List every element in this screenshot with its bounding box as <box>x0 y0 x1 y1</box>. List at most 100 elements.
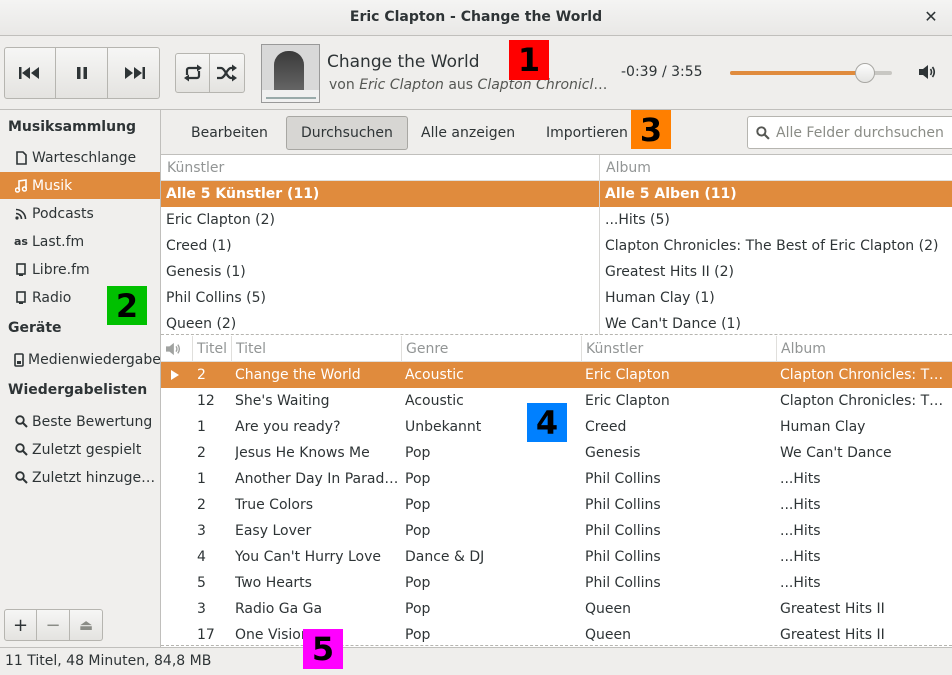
shuffle-button[interactable] <box>210 53 245 93</box>
search-icon <box>14 470 28 486</box>
sidebar-item-top-rated[interactable]: Beste Bewertung <box>0 408 160 435</box>
previous-button[interactable] <box>4 47 56 99</box>
genre-header[interactable]: Genre <box>401 336 581 362</box>
album-cell: ...Hits <box>780 549 821 565</box>
annotation-marker-3: 3 <box>631 110 671 149</box>
now-playing-artist: Eric Clapton <box>359 77 444 93</box>
browse-toolbar: Bearbeiten Durchsuchen Alle anzeigen Imp… <box>161 110 952 155</box>
seek-slider[interactable] <box>730 63 892 83</box>
search-input[interactable] <box>776 124 952 141</box>
remove-button[interactable]: − <box>37 609 70 641</box>
table-row[interactable]: 3 Radio Ga Ga Pop Queen Greatest Hits II <box>161 596 952 622</box>
album-row[interactable]: Clapton Chronicles: The Best of Eric Cla… <box>600 233 952 259</box>
album-row[interactable]: ...Hits (5) <box>600 207 952 233</box>
title-cell: True Colors <box>235 497 314 513</box>
album-row[interactable]: Alle 5 Alben (11) <box>600 181 952 207</box>
table-row[interactable]: 17 One Vision Pop Queen Greatest Hits II <box>161 622 952 645</box>
edit-button[interactable]: Bearbeiten <box>176 116 283 150</box>
track-number-cell: 12 <box>197 393 215 409</box>
album-row[interactable]: Human Clay (1) <box>600 285 952 311</box>
genre-cell: Pop <box>405 445 431 461</box>
track-list: Titel Titel Genre Künstler Album 2 Change… <box>161 336 952 645</box>
playback-time: -0:39 / 3:55 <box>621 64 703 80</box>
artist-cell: Phil Collins <box>585 471 661 487</box>
album-cell: Clapton Chronicles: The Best of Eric Cla… <box>780 393 952 409</box>
album-row[interactable]: We Can't Dance (1) <box>600 311 952 335</box>
sidebar-item-label: Zuletzt gespielt <box>32 441 142 458</box>
artist-cell: Eric Clapton <box>585 393 670 409</box>
close-icon[interactable]: ✕ <box>922 7 940 27</box>
title-cell: You Can't Hurry Love <box>235 549 382 565</box>
artist-cell: Phil Collins <box>585 549 661 565</box>
album-cell: ...Hits <box>780 575 821 591</box>
genre-cell: Dance & DJ <box>405 549 485 565</box>
table-row[interactable]: 2 Jesus He Knows Me Pop Genesis We Can't Dan… <box>161 440 952 466</box>
playing-column-header[interactable] <box>161 336 194 362</box>
album-pane-header[interactable]: Album <box>600 155 952 181</box>
table-row[interactable]: 2 True Colors Pop Phil Collins ...Hits <box>161 492 952 518</box>
album-cover <box>261 44 320 103</box>
album-header[interactable]: Album <box>776 336 952 362</box>
next-button[interactable] <box>108 47 160 99</box>
table-row[interactable]: 3 Easy Lover Pop Phil Collins ...Hits <box>161 518 952 544</box>
title-header[interactable]: Titel <box>231 336 401 362</box>
table-row[interactable]: 1 Another Day In Paradise Pop Phil Collins.… <box>161 466 952 492</box>
sidebar-item-label: Musik <box>32 177 73 194</box>
sidebar-item-librefm[interactable]: Libre.fm <box>0 256 160 283</box>
track-number-cell: 3 <box>197 601 206 617</box>
sidebar-item-recently-added[interactable]: Zuletzt hinzugefügt <box>0 464 160 491</box>
sidebar-item-lastfm[interactable]: as Last.fm <box>0 228 160 255</box>
artist-row[interactable]: Queen (2) <box>161 311 599 335</box>
track-number-cell: 2 <box>197 445 206 461</box>
add-button[interactable]: + <box>4 609 37 641</box>
artist-header[interactable]: Künstler <box>581 336 776 362</box>
table-row[interactable]: 5 Two Hearts Pop Phil Collins ...Hits <box>161 570 952 596</box>
pane-divider[interactable] <box>161 334 952 335</box>
album-cell: Clapton Chronicles: The Best of Eric Cla… <box>780 367 952 383</box>
pause-button[interactable] <box>56 47 108 99</box>
document-icon <box>14 150 28 166</box>
track-number-cell: 4 <box>197 549 206 565</box>
search-icon <box>756 125 770 140</box>
artist-row[interactable]: Alle 5 Künstler (11) <box>161 181 599 207</box>
table-row[interactable]: 2 Change the World Acoustic Eric Clapton Cla… <box>161 362 952 388</box>
eject-button[interactable]: ⏏ <box>70 609 103 641</box>
volume-icon <box>166 342 181 356</box>
radio-icon <box>14 290 28 306</box>
track-number-cell: 2 <box>197 497 206 513</box>
repeat-icon <box>183 64 202 82</box>
title-cell: Radio Ga Ga <box>235 601 323 617</box>
album-row[interactable]: Greatest Hits II (2) <box>600 259 952 285</box>
sidebar-item-queue[interactable]: Warteschlange <box>0 144 160 171</box>
table-row[interactable]: 4 You Can't Hurry Love Dance & DJ Phil Coll… <box>161 544 952 570</box>
title-cell: Are you ready? <box>235 419 341 435</box>
artist-row[interactable]: Phil Collins (5) <box>161 285 599 311</box>
sidebar-item-media-player[interactable]: Medienwiedergabe <box>0 346 160 373</box>
sidebar-item-recently-played[interactable]: Zuletzt gespielt <box>0 436 160 463</box>
import-button[interactable]: Importieren <box>531 116 643 150</box>
title-cell: Easy Lover <box>235 523 312 539</box>
annotation-marker-4: 4 <box>527 403 567 442</box>
artist-pane-header[interactable]: Künstler <box>161 155 599 181</box>
genre-cell: Acoustic <box>405 367 464 383</box>
album-cell: ...Hits <box>780 523 821 539</box>
sidebar-heading-playlists: Wiedergabelisten <box>8 382 148 398</box>
show-all-button[interactable]: Alle anzeigen <box>406 116 530 150</box>
cover-portrait <box>274 51 304 95</box>
sidebar-item-music[interactable]: Musik <box>0 172 160 199</box>
artist-row[interactable]: Creed (1) <box>161 233 599 259</box>
album-pane: Album Alle 5 Alben (11) ...Hits (5) Clap… <box>600 155 952 335</box>
skip-forward-icon <box>124 67 145 79</box>
browse-button[interactable]: Durchsuchen <box>286 116 408 150</box>
status-bar: 11 Titel, 48 Minuten, 84,8 MB <box>0 647 952 675</box>
sidebar-item-podcasts[interactable]: Podcasts <box>0 200 160 227</box>
artist-row[interactable]: Genesis (1) <box>161 259 599 285</box>
search-box[interactable] <box>747 116 952 149</box>
volume-button[interactable] <box>918 64 936 84</box>
repeat-button[interactable] <box>175 53 210 93</box>
seek-handle[interactable] <box>855 63 876 83</box>
artist-cell: Phil Collins <box>585 575 661 591</box>
track-number-header[interactable]: Titel <box>192 336 231 362</box>
artist-row[interactable]: Eric Clapton (2) <box>161 207 599 233</box>
genre-cell: Pop <box>405 523 431 539</box>
